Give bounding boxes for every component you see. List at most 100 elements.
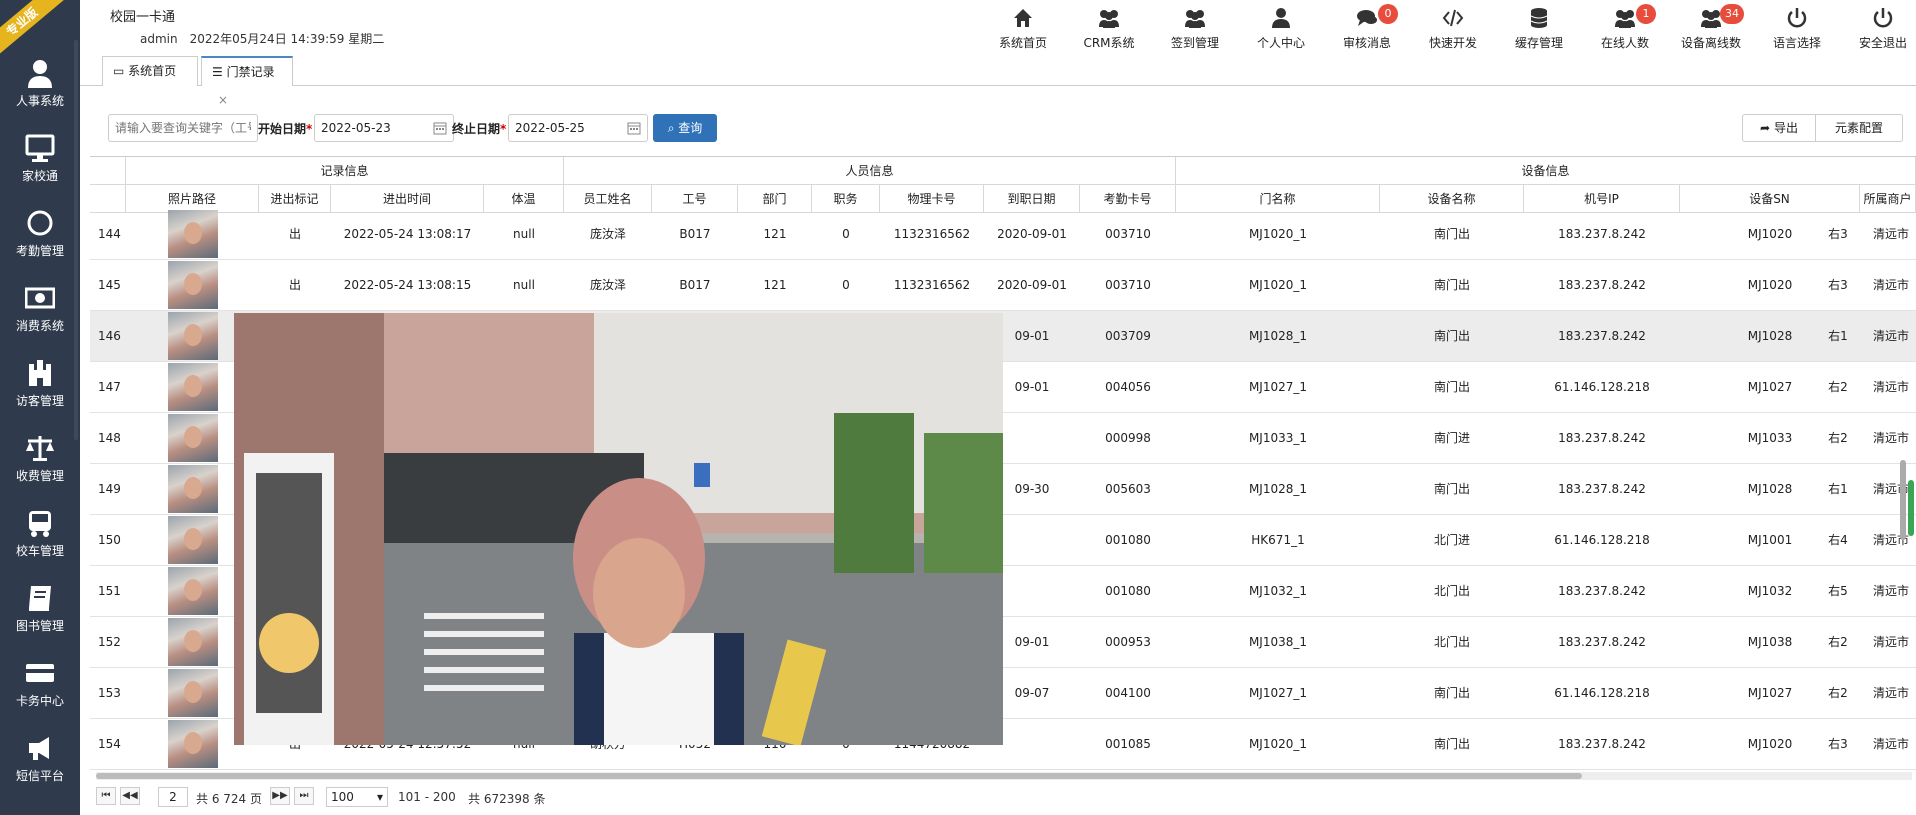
nav-item-6[interactable]: 快速开发 [1410,4,1496,54]
card-icon [26,664,54,682]
vertical-scrollbar[interactable] [1900,460,1906,540]
cell-device: 南门出 [1433,380,1470,394]
cell-merchant: 清远市 [1872,227,1909,241]
cell-temp: null [513,227,535,241]
photo-thumbnail[interactable] [168,210,218,258]
code-icon [1442,9,1464,27]
end-date-field[interactable]: 2022-05-25 [508,114,648,142]
cell-temp: null [513,278,535,292]
nav-item-label: CRM系统 [1083,36,1135,50]
nav-item-5[interactable]: 审核消息 0 [1324,4,1410,54]
sidebar-item-label: 图书管理 [15,619,64,633]
cell-ip: 61.146.128.218 [1554,533,1650,547]
cell-devno: 右1 [1828,482,1848,496]
photo-thumbnail[interactable] [168,618,218,666]
sidebar-item-3[interactable]: 考勤管理 [0,198,80,272]
group-header-record: 记录信息 [126,157,564,185]
export-button[interactable]: ➦ 导出 [1742,114,1816,142]
sidebar-item-7[interactable]: 校车管理 [0,498,80,572]
cell-door: MJ1028_1 [1248,329,1308,343]
cell-ip: 183.237.8.242 [1558,431,1646,445]
cell-empno: B017 [679,227,711,241]
next-page-button[interactable]: ▶▶ [270,787,290,805]
photo-thumbnail[interactable] [168,720,218,768]
pagination: ⏮ ◀◀ 2 共 6 724 页 ▶▶ ⏭ 100 ▾ 101 - 200 共 … [96,784,1096,810]
horizontal-scrollbar[interactable] [96,772,1912,780]
photo-thumbnail[interactable] [168,414,218,462]
first-page-button[interactable]: ⏮ [96,787,116,805]
end-date-label: 终止日期* [452,122,507,136]
cell-device: 南门出 [1433,329,1470,343]
calendar-icon [627,122,641,135]
scrollbar-thumb[interactable] [96,773,1582,779]
cell-time: 2022-05-24 13:08:17 [343,227,472,241]
cell-no: 151 [98,584,121,598]
cell-devno: 右3 [1828,278,1848,292]
cell-door: MJ1028_1 [1248,482,1308,496]
sidebar-item-8[interactable]: 图书管理 [0,573,80,647]
cell-empno: B017 [679,278,711,292]
nav-item-2[interactable]: CRM系统 [1066,4,1152,54]
cell-door: MJ1020_1 [1248,278,1308,292]
sidebar-scrollbar[interactable] [74,40,78,440]
photo-thumbnail[interactable] [168,312,218,360]
sidebar-item-5[interactable]: 访客管理 [0,348,80,422]
cell-card: 1132316562 [893,227,971,241]
sidebar-item-label: 短信平台 [15,769,64,783]
query-label: 查询 [678,121,703,135]
photo-preview[interactable] [234,313,1003,745]
nav-item-8[interactable]: 在线人数 1 [1582,4,1668,54]
cell-device: 南门出 [1433,686,1470,700]
nav-item-10[interactable]: 语言选择 [1754,4,1840,54]
header-corner [90,157,126,185]
photo-thumbnail[interactable] [168,261,218,309]
cell-flag: 出 [288,278,301,292]
close-icon[interactable]: × [218,93,228,107]
query-button[interactable]: ⌕ 查询 [653,114,717,142]
sidebar-item-4[interactable]: 消费系统 [0,273,80,347]
group-header-device: 设备信息 [1176,157,1916,185]
cell-device: 北门进 [1433,533,1470,547]
cell-hire: 2020-09-01 [997,227,1067,241]
page-number-input[interactable]: 2 [158,787,188,807]
prev-page-button[interactable]: ◀◀ [120,787,140,805]
nav-item-11[interactable]: 安全退出 [1840,4,1916,54]
database-icon [1530,8,1548,28]
photo-thumbnail[interactable] [168,567,218,615]
photo-thumbnail[interactable] [168,669,218,717]
search-input[interactable] [108,114,258,142]
sidebar-item-1[interactable]: 人事系统 [0,48,80,122]
nav-item-7[interactable]: 缓存管理 [1496,4,1582,54]
sidebar-item-2[interactable]: 家校通 [0,123,80,197]
notification-badge: 1 [1636,4,1656,24]
sidebar-item-label: 访客管理 [15,394,64,408]
page-size-select[interactable]: 100 ▾ [326,787,388,807]
table-row[interactable]: 145 出 2022-05-24 13:08:15 null 庞汝泽 B017 121 0 11… [90,260,1916,311]
notification-badge: 34 [1720,4,1744,24]
nav-item-3[interactable]: 签到管理 [1152,4,1238,54]
nav-item-label: 设备离线数 [1680,36,1741,50]
cell-device: 南门出 [1433,227,1470,241]
tab-home[interactable]: ▭ 系统首页 [102,56,198,86]
nav-item-9[interactable]: 设备离线数 34 [1668,4,1754,54]
sidebar-item-10[interactable]: 短信平台 [0,723,80,797]
sidebar-item-9[interactable]: 卡务中心 [0,648,80,722]
sidebar-item-label: 人事系统 [15,94,64,108]
table-row[interactable]: 144 出 2022-05-24 13:08:17 null 庞汝泽 B017 121 0 11… [90,209,1916,260]
nav-item-4[interactable]: 个人中心 [1238,4,1324,54]
last-page-button[interactable]: ⏭ [294,787,314,805]
cell-no: 152 [98,635,121,649]
monitor-icon: ▭ [113,64,125,78]
nav-item-1[interactable]: 系统首页 [980,4,1066,54]
element-config-button[interactable]: 元素配置 [1815,114,1903,142]
photo-thumbnail[interactable] [168,516,218,564]
start-date-field[interactable]: 2022-05-23 [314,114,454,142]
sidebar-item-6[interactable]: 收费管理 [0,423,80,497]
photo-thumbnail[interactable] [168,465,218,513]
photo-thumbnail[interactable] [168,363,218,411]
cell-devno: 右3 [1828,737,1848,751]
cell-merchant: 清远市 [1872,278,1909,292]
tab-access-records[interactable]: ☰ 门禁记录 × [201,56,293,107]
cell-hire: 2020-09-01 [997,278,1067,292]
circle-icon [27,210,53,236]
